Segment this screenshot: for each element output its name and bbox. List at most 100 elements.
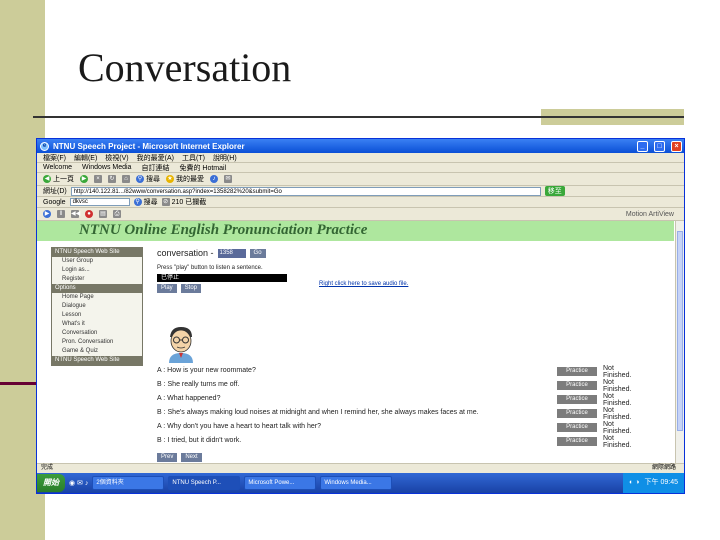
scroll-thumb[interactable]	[677, 231, 683, 431]
nav-item[interactable]: Login as...	[52, 266, 142, 275]
mail-button[interactable]: ✉	[224, 175, 232, 183]
nav-item[interactable]: Game & Quiz	[52, 347, 142, 356]
menu-edit[interactable]: 編輯(E)	[74, 153, 97, 163]
google-search-label: 搜尋	[143, 199, 158, 206]
taskbar: 開始 ◉ ✉ ♪ 2個資料夾 NTNU Speech P... Microsof…	[37, 473, 684, 493]
stop-button[interactable]: ×	[94, 175, 102, 183]
media-icon: ♪	[210, 175, 218, 183]
nav-item[interactable]: User Group	[52, 257, 142, 266]
conversation-select[interactable]: 1358	[217, 248, 246, 258]
home-icon: ⌂	[122, 175, 130, 183]
address-input[interactable]: http://140.122.81.../82www/conversation.…	[70, 186, 541, 196]
nav-item[interactable]: Pron. Conversation	[52, 338, 142, 347]
start-button[interactable]: 開始	[37, 474, 65, 492]
link-welcome[interactable]: Welcome	[43, 164, 72, 171]
prev-button[interactable]: Prev	[157, 453, 178, 462]
tray-icons[interactable]: ◐ ◑	[629, 473, 639, 493]
play-button[interactable]: Play	[157, 284, 177, 293]
nav-item[interactable]: Dialogue	[52, 302, 142, 311]
dialogue-row: B : I tried, but it didn't work. Practice…	[157, 435, 672, 449]
window-title: NTNU Speech Project - Microsoft Internet…	[53, 141, 245, 151]
search-label: 搜尋	[146, 176, 160, 183]
nav-item[interactable]: Conversation	[52, 329, 142, 338]
google-search-button[interactable]: ⚲ 搜尋	[133, 197, 158, 207]
dialogue-list: A : How is your new roommate? Practice Not…	[157, 365, 672, 449]
site-title: NTNU Online English Pronunciation Practi…	[79, 222, 368, 238]
play-icon[interactable]: ▶	[43, 210, 51, 218]
search-button[interactable]: ⚲ 搜尋	[136, 174, 160, 184]
practice-status: Not Finished.	[603, 435, 632, 449]
practice-button[interactable]: Practice	[557, 381, 597, 390]
stop-audio-button[interactable]: Stop	[180, 284, 202, 293]
forward-button[interactable]: ▶	[80, 175, 88, 183]
block-icon: ⊘	[161, 198, 170, 206]
dialogue-row: A : What happened? Practice Not Finished.	[157, 393, 672, 407]
link-hotmail[interactable]: 免費的 Hotmail	[179, 163, 226, 173]
vertical-scrollbar[interactable]	[675, 221, 684, 463]
dialogue-line: B : She really turns me off.	[157, 381, 239, 388]
media-button[interactable]: ♪	[210, 175, 218, 183]
task-ie[interactable]: NTNU Speech P...	[168, 476, 241, 490]
back-arrow-icon: ◀	[43, 175, 51, 183]
menu-view[interactable]: 檢視(V)	[105, 153, 128, 163]
status-zone: 網際網路	[651, 465, 676, 471]
link-custom[interactable]: 自訂連結	[141, 163, 169, 173]
favorites-button[interactable]: ★ 我的最愛	[166, 174, 204, 184]
dialogue-row: B : She really turns me off. Practice Not …	[157, 379, 672, 393]
practice-status: Not Finished.	[603, 379, 632, 393]
menu-file[interactable]: 檔案(F)	[43, 153, 66, 163]
google-label[interactable]: Google	[43, 199, 66, 206]
page-content: NTNU Online English Pronunciation Practi…	[37, 221, 684, 463]
nav-item[interactable]: Home Page	[52, 293, 142, 302]
practice-button[interactable]: Practice	[557, 409, 597, 418]
task-powerpoint[interactable]: Microsoft Powe...	[244, 476, 317, 490]
search-icon: ⚲	[136, 175, 144, 183]
nav-item[interactable]: What's it	[52, 320, 142, 329]
home-button[interactable]: ⌂	[122, 175, 130, 183]
window-titlebar[interactable]: e NTNU Speech Project - Microsoft Intern…	[37, 139, 684, 153]
close-icon[interactable]: ×	[671, 140, 682, 152]
address-bar: 網址(D) http://140.122.81.../82www/convers…	[37, 186, 684, 197]
audio-player[interactable]: 已停止	[157, 274, 287, 282]
blocked-label: 已攔截	[185, 199, 207, 206]
nav-section-header: NTNU Speech Web Site	[52, 356, 142, 365]
clock: 下午 09:45	[644, 479, 678, 486]
rewind-icon[interactable]: ◀◀	[71, 210, 80, 218]
practice-button[interactable]: Practice	[557, 423, 597, 432]
record-icon[interactable]: ●	[85, 210, 93, 218]
task-media[interactable]: Windows Media...	[320, 476, 393, 490]
menu-favorites[interactable]: 我的最愛(A)	[137, 153, 174, 163]
page-icon[interactable]: ▤	[99, 210, 107, 218]
media-toolbar: ▶ ‖ ◀◀ ● ▤ ⎙ Motion ArtiView	[37, 208, 684, 221]
practice-status: Not Finished.	[603, 407, 632, 421]
link-windows-media[interactable]: Windows Media	[82, 164, 131, 171]
practice-status: Not Finished.	[603, 421, 632, 435]
nav-item[interactable]: Register	[52, 275, 142, 284]
save-audio-link[interactable]: Right click here to save audio file.	[319, 281, 408, 287]
dialogue-line: A : What happened?	[157, 395, 220, 402]
go-site-button[interactable]: Go	[249, 248, 266, 258]
dialogue-row: A : Why don't you have a heart to heart …	[157, 421, 672, 435]
dialogue-row: A : How is your new roommate? Practice Not…	[157, 365, 672, 379]
back-button[interactable]: ◀ 上一頁	[43, 174, 74, 184]
print-icon[interactable]: ⎙	[113, 210, 121, 218]
practice-button[interactable]: Practice	[557, 395, 597, 404]
practice-button[interactable]: Practice	[557, 437, 597, 446]
google-search-input[interactable]: dkvsc	[69, 198, 130, 206]
menu-tools[interactable]: 工具(T)	[182, 153, 205, 163]
next-button[interactable]: Next	[181, 453, 202, 462]
slide-title: Conversation	[78, 45, 292, 90]
player-status: 已停止	[161, 275, 180, 281]
refresh-button[interactable]: ↻	[108, 175, 116, 183]
practice-button[interactable]: Practice	[557, 367, 597, 376]
nav-item[interactable]: Lesson	[52, 311, 142, 320]
menu-help[interactable]: 說明(H)	[213, 153, 237, 163]
popup-blocked[interactable]: ⊘ 210 已攔截	[161, 197, 207, 207]
quick-launch-icon[interactable]: ◉ ✉ ♪	[69, 479, 88, 487]
maximize-icon[interactable]: □	[654, 140, 665, 152]
google-toolbar: Google dkvsc ⚲ 搜尋 ⊘ 210 已攔截	[37, 197, 684, 208]
task-folders[interactable]: 2個資料夾	[92, 476, 165, 490]
go-button[interactable]: 移至	[544, 186, 565, 196]
pause-icon[interactable]: ‖	[57, 210, 65, 218]
minimize-icon[interactable]: _	[637, 140, 648, 152]
